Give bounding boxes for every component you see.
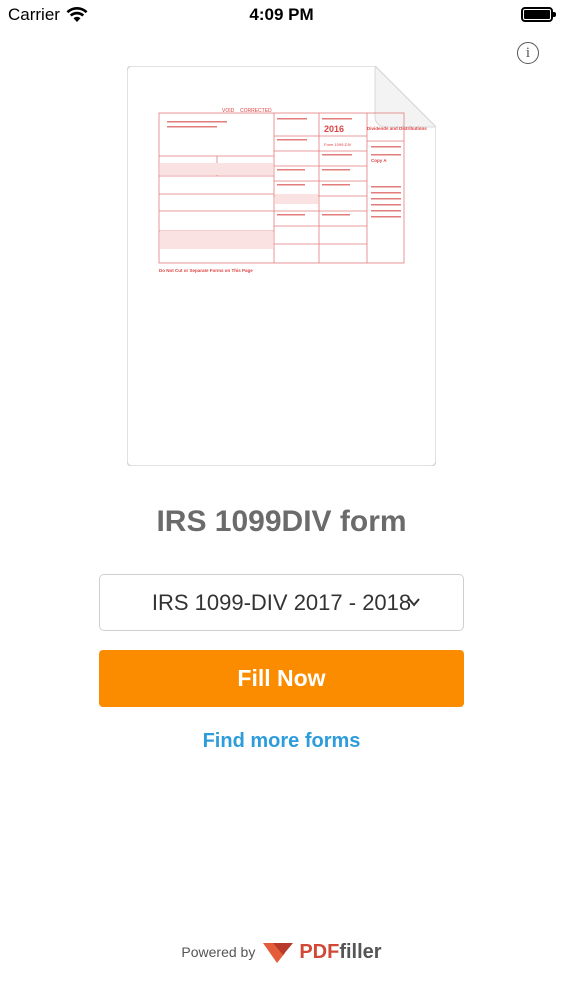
form-name: Form 1099-DIV xyxy=(324,142,352,147)
void-label: VOID xyxy=(222,108,235,114)
fill-now-label: Fill Now xyxy=(237,665,326,691)
find-more-label: Find more forms xyxy=(202,730,361,752)
corrected-label: CORRECTED xyxy=(240,108,272,114)
pdffiller-logo: PDFfiller xyxy=(263,940,382,964)
fill-now-button[interactable]: Fill Now xyxy=(99,650,464,707)
form-heading: Dividends and Distributions xyxy=(367,126,427,131)
status-time: 4:09 PM xyxy=(249,5,314,24)
copy-label: Copy A xyxy=(371,158,387,163)
battery-icon xyxy=(521,7,556,22)
info-icon: i xyxy=(525,44,531,61)
form-version-select[interactable]: IRS 1099-DIV 2017 - 2018 xyxy=(99,574,464,631)
find-more-forms-link[interactable]: Find more forms xyxy=(0,730,563,753)
status-bar: Carrier 4:09 PM xyxy=(0,0,563,30)
form-version-value: IRS 1099-DIV 2017 - 2018 xyxy=(151,589,412,615)
pdffiller-logo-icon xyxy=(263,943,294,963)
brand-pdf: PDF xyxy=(299,940,340,963)
brand-filler: filler xyxy=(339,940,382,963)
chevron-down-icon xyxy=(408,598,420,607)
form-footer-note: Do Not Cut or Separate Forms on This Pag… xyxy=(159,268,253,273)
form-preview[interactable]: VOID CORRECTED 2016 Form 1099-DIV Divide… xyxy=(127,66,436,466)
info-button[interactable]: i xyxy=(517,42,539,64)
document-page: VOID CORRECTED 2016 Form 1099-DIV Divide… xyxy=(127,66,436,466)
form-year: 2016 xyxy=(324,124,344,134)
page-title: IRS 1099DIV form xyxy=(156,505,407,538)
powered-by-text: Powered by xyxy=(181,944,256,960)
powered-by-footer: Powered by PDFfiller xyxy=(0,940,563,964)
